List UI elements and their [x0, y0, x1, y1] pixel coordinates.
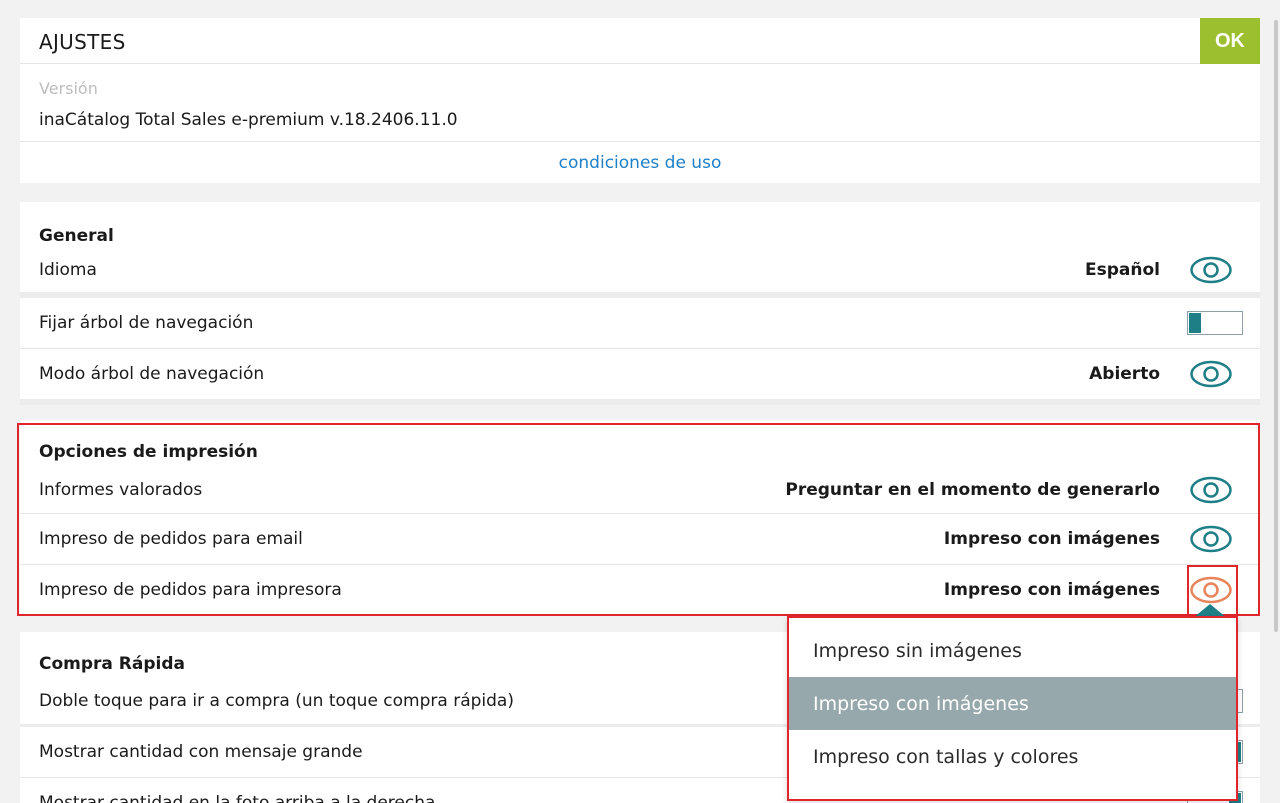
pin-tree-row[interactable]: Fijar árbol de navegación — [20, 298, 1260, 348]
scrollbar[interactable] — [1274, 20, 1278, 632]
section-title: Compra Rápida — [39, 654, 186, 674]
toggle-knob — [1189, 313, 1201, 333]
general-section: General Idioma Español Fijar árbol de na… — [20, 202, 1260, 405]
eye-icon[interactable] — [1190, 256, 1232, 284]
terms-section: condiciones de uso — [20, 142, 1260, 183]
setting-value: Impreso con imágenes — [943, 580, 1160, 600]
dropdown-options: Impreso sin imágenes Impreso con imágene… — [789, 624, 1236, 783]
version-value: inaCátalog Total Sales e-premium v.18.24… — [39, 110, 458, 130]
general-title-row: General — [20, 202, 1260, 248]
setting-label: Modo árbol de navegación — [39, 364, 265, 384]
valued-reports-row[interactable]: Informes valorados Preguntar en el momen… — [20, 466, 1260, 513]
pin-tree-toggle[interactable] — [1187, 311, 1243, 335]
section-title: Opciones de impresión — [39, 442, 258, 462]
divider — [20, 399, 1260, 405]
page-title: AJUSTES — [39, 30, 126, 54]
printer-orders-row[interactable]: Impreso de pedidos para impresora Impres… — [20, 565, 1260, 615]
print-format-dropdown[interactable]: Impreso sin imágenes Impreso con imágene… — [787, 616, 1238, 801]
setting-label: Fijar árbol de navegación — [39, 313, 254, 333]
version-section: Versión inaCátalog Total Sales e-premium… — [20, 64, 1260, 142]
dropdown-option-selected[interactable]: Impreso con imágenes — [789, 677, 1236, 730]
section-title: General — [39, 226, 114, 246]
setting-value: Impreso con imágenes — [943, 529, 1160, 549]
setting-value: Español — [1085, 260, 1160, 280]
dropdown-option[interactable]: Impreso con tallas y colores — [789, 730, 1236, 783]
eye-icon[interactable] — [1190, 360, 1232, 388]
version-label: Versión — [39, 79, 98, 98]
setting-label: Idioma — [39, 260, 97, 280]
language-row[interactable]: Idioma Español — [20, 248, 1260, 292]
tree-mode-row[interactable]: Modo árbol de navegación Abierto — [20, 349, 1260, 399]
eye-icon[interactable] — [1190, 525, 1232, 553]
eye-icon-active[interactable] — [1190, 576, 1232, 604]
setting-value: Abierto — [1089, 364, 1160, 384]
email-orders-row[interactable]: Impreso de pedidos para email Impreso co… — [20, 514, 1260, 564]
ok-button[interactable]: OK — [1200, 18, 1260, 64]
print-options-section: Opciones de impresión Informes valorados… — [20, 420, 1260, 615]
eye-icon[interactable] — [1190, 476, 1232, 504]
dropdown-option[interactable]: Impreso sin imágenes — [789, 624, 1236, 677]
settings-header: AJUSTES OK — [20, 18, 1260, 64]
setting-value: Preguntar en el momento de generarlo — [785, 479, 1160, 500]
print-title-row: Opciones de impresión — [20, 420, 1260, 466]
terms-link[interactable]: condiciones de uso — [559, 153, 722, 173]
